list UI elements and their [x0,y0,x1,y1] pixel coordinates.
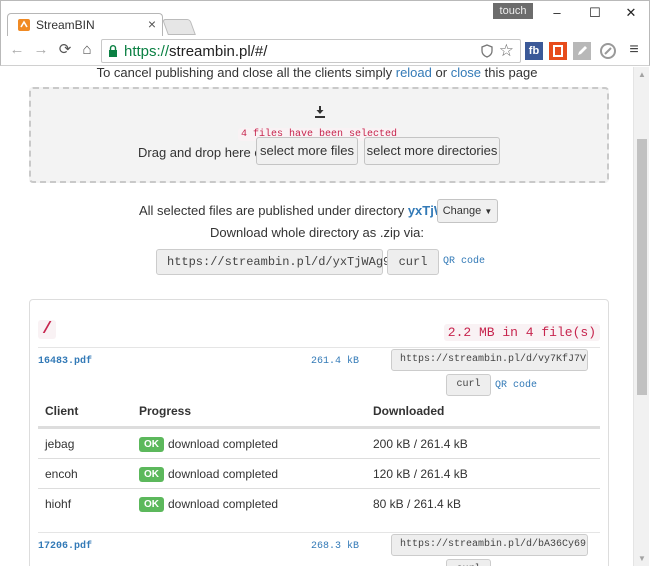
drag-drop-text: Drag and drop here or [138,145,266,160]
column-header-downloaded: Downloaded [373,404,445,418]
client-name: jebag [45,437,75,451]
cancel-instructions: To cancel publishing and close all the c… [1,67,633,80]
download-icon [315,106,325,118]
downloaded-amount: 200 kB / 261.4 kB [373,437,468,451]
file-drop-zone[interactable]: 4 files have been selected Drag and drop… [29,87,609,183]
home-icon[interactable]: ⌂ [77,40,97,60]
progress-cell: OK download completed [139,437,278,452]
ok-badge: OK [139,497,164,512]
total-size-badge: 2.2 MB in 4 file(s) [443,324,600,341]
page-viewport: To cancel publishing and close all the c… [1,67,633,566]
directory-panel: / 2.2 MB in 4 file(s) 16483.pdf 261.4 kB… [29,299,609,566]
bookmark-star-icon[interactable]: ☆ [499,41,514,61]
address-bar[interactable]: https://streambin.pl/#/ ☆ [101,39,521,63]
close-link[interactable]: close [451,67,481,80]
window-close-icon[interactable]: ✕ [621,5,641,21]
cancel-prefix-text: To cancel publishing and close all the c… [96,67,393,80]
lock-icon [109,45,117,57]
file-size: 268.3 kB [311,541,360,552]
menu-hamburger-icon[interactable]: ≡ [625,42,643,60]
caret-down-icon: ▼ [484,207,493,216]
browser-tab[interactable]: StreamBIN × [7,13,163,37]
ok-badge: OK [139,467,164,482]
downloaded-amount: 80 kB / 261.4 kB [373,497,462,511]
browser-titlebar: StreamBIN × touch – ☐ ✕ [0,0,650,37]
file-size: 261.4 kB [311,356,360,367]
client-name: hiohf [45,497,72,511]
file-curl-button[interactable]: curl [446,374,491,396]
progress-cell: OK download completed [139,467,278,482]
edit-extension-icon[interactable] [573,42,591,60]
table-row: jebag OK download completed 200 kB / 261.… [38,428,600,458]
scroll-down-arrow-icon[interactable]: ▼ [638,554,646,563]
file-qr-code-link[interactable]: QR code [495,380,537,391]
file-url-field[interactable]: https://streambin.pl/d/bA36Cy69 [391,534,588,556]
select-more-directories-button[interactable]: select more directories [364,137,500,165]
cancel-or-text: or [435,67,448,80]
vertical-scrollbar[interactable]: ▲ ▼ [633,67,649,566]
cancel-suffix-text: this page [484,67,538,80]
change-directory-button[interactable]: Change ▼ [437,199,498,223]
panel-separator [38,532,600,533]
tab-title: StreamBIN [36,18,95,32]
column-header-progress: Progress [139,404,192,418]
streambin-favicon-icon [18,19,30,31]
directory-url-field[interactable]: https://streambin.pl/d/yxTjWAg9 [156,249,390,275]
table-row: encoh OK download completed 120 kB / 261.… [38,458,600,488]
scrollbar-thumb[interactable] [637,139,647,395]
downloaded-amount: 120 kB / 261.4 kB [373,467,468,481]
client-name: encoh [45,467,78,481]
table-row: hiohf OK download completed 80 kB / 261.4… [38,488,600,518]
minimize-icon[interactable]: – [547,5,567,21]
reload-link[interactable]: reload [396,67,432,80]
ok-badge: OK [139,437,164,452]
file-url-field[interactable]: https://streambin.pl/d/vy7KfJ7V [391,349,588,371]
facebook-extension-icon[interactable]: fb [525,42,543,60]
directory-curl-button[interactable]: curl [387,249,439,275]
reload-icon[interactable]: ⟳ [55,40,75,60]
browser-toolbar: ← → ⟳ ⌂ https://streambin.pl/#/ ☆ fb ≡ [0,36,650,66]
speed-dial-icon[interactable] [599,42,617,60]
url-text: https://streambin.pl/#/ [124,43,268,60]
forward-arrow-icon[interactable]: → [31,40,51,60]
progress-cell: OK download completed [139,497,278,512]
published-directory-text: All selected files are published under d… [139,203,470,218]
new-tab-button[interactable] [162,19,196,35]
column-header-client: Client [45,404,79,418]
tab-close-icon[interactable]: × [148,16,156,32]
shield-icon[interactable] [480,44,494,58]
select-more-files-button[interactable]: select more files [256,137,358,165]
published-prefix: All selected files are published under d… [139,203,405,218]
office-extension-icon[interactable] [549,42,567,60]
scroll-up-arrow-icon[interactable]: ▲ [638,70,646,79]
file-name-link[interactable]: 16483.pdf [38,356,92,367]
panel-separator [38,347,600,348]
back-arrow-icon[interactable]: ← [7,40,27,60]
root-path: / [38,320,57,339]
directory-qr-code-link[interactable]: QR code [443,256,485,267]
zip-download-text: Download whole directory as .zip via: [210,225,424,240]
file-curl-button[interactable]: curl [446,559,491,566]
maximize-icon[interactable]: ☐ [585,5,605,21]
touch-mode-badge: touch [493,3,533,19]
file-name-link[interactable]: 17206.pdf [38,541,92,552]
